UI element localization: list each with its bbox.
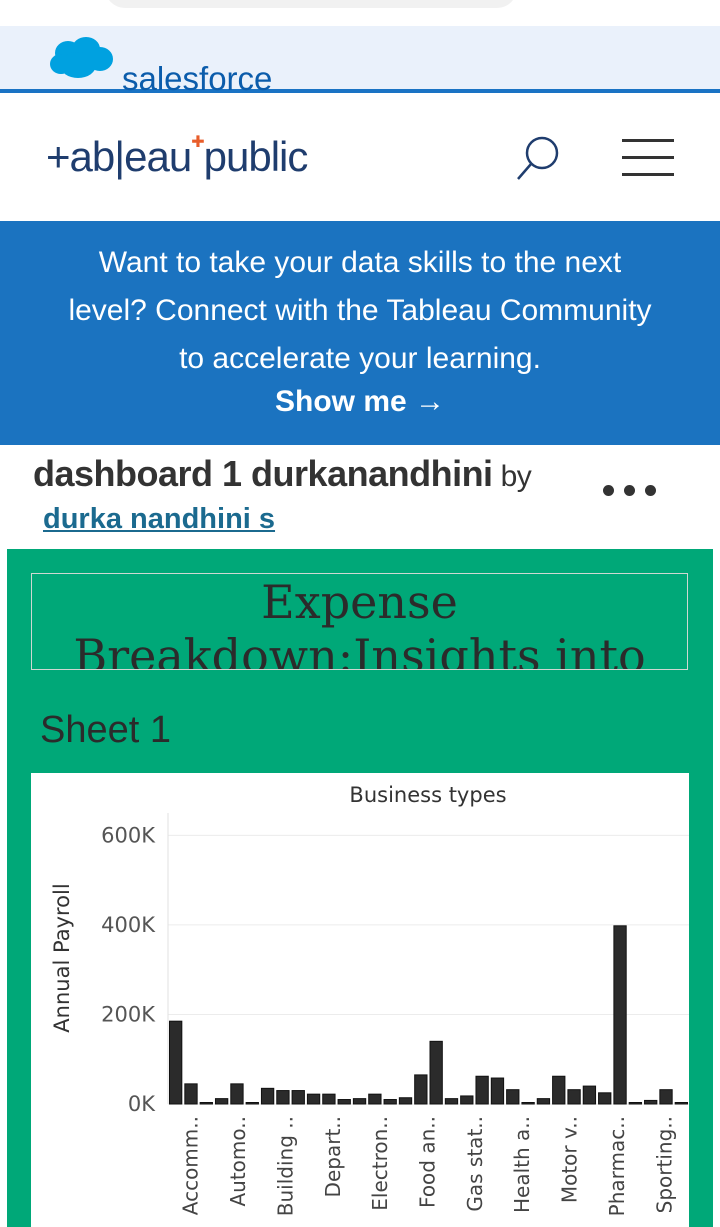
bar[interactable] [598,1092,612,1105]
bar-chart[interactable]: Business types Annual Payroll 0K 200K 400K 60… [31,773,689,1227]
bar[interactable] [628,1102,643,1105]
bar[interactable] [475,1075,489,1105]
x-tick-label: Building .. [273,1116,297,1216]
bar[interactable] [291,1090,305,1105]
tableau-public-logo[interactable]: +ab|eau✚public [46,133,309,181]
bar[interactable] [337,1099,351,1105]
bar[interactable] [260,1087,275,1105]
promo-banner: Want to take your data skills to the nex… [0,221,720,445]
show-me-link[interactable]: Show me → [0,385,720,419]
y-tick-label: 600K [101,823,156,847]
bar[interactable] [444,1098,459,1105]
x-tick-label: Gas stat.. [463,1116,487,1212]
x-tick-label: Motor v.. [558,1116,582,1203]
chart-container[interactable]: Business types Annual Payroll 0K 200K 400K 60… [31,773,689,1227]
bar[interactable] [199,1102,213,1105]
chart-title: Business types [349,783,506,807]
browser-top [0,0,720,26]
bar[interactable] [659,1089,673,1105]
bar[interactable] [536,1098,551,1105]
bar[interactable] [276,1090,290,1105]
author-link[interactable]: durka nandhini s [43,503,275,536]
logo-text-tableau: +ab|eau [46,133,192,180]
bar[interactable] [582,1085,597,1105]
x-tick-label: Pharmac.. [605,1116,629,1216]
bar[interactable] [506,1089,520,1105]
bar[interactable] [567,1089,581,1105]
viz-by-label: by [500,460,532,493]
y-tick-label: 200K [101,1002,156,1026]
dashboard-title-line1: Expense [261,575,458,629]
more-options-icon[interactable] [603,485,667,503]
bar[interactable] [368,1093,382,1105]
bar[interactable] [184,1083,198,1105]
bar[interactable] [169,1020,183,1105]
bar[interactable] [383,1099,397,1105]
x-tick-label: Electron.. [368,1116,392,1211]
salesforce-cloud-icon [50,37,113,78]
viz-title-text: dashboard 1 durkanandhini [33,453,493,494]
x-tick-label: Health a.. [510,1116,534,1213]
y-tick-label: 400K [101,913,156,937]
x-tick-label: Depart.. [321,1116,345,1197]
bar[interactable] [322,1093,336,1105]
hamburger-menu-icon[interactable] [622,139,674,177]
dashboard-title-box: Expense Breakdown:Insights into [31,573,688,670]
logo-text-public: public [203,133,309,180]
bar[interactable] [306,1093,321,1105]
bar[interactable] [674,1102,688,1105]
x-tick-label: Food an.. [416,1116,440,1208]
salesforce-bar: salesforce [0,26,720,97]
y-tick-label: 0K [128,1092,156,1116]
site-header: +ab|eau✚public [0,93,720,221]
banner-text: Want to take your data skills to the nex… [68,246,652,375]
bar[interactable] [245,1102,259,1105]
bar[interactable] [490,1077,505,1105]
bar[interactable] [414,1074,428,1105]
bar[interactable] [429,1040,443,1105]
x-tick-label: Sporting.. [652,1116,676,1213]
url-bar[interactable] [105,0,517,8]
bar[interactable] [214,1098,229,1105]
viz-title-row: dashboard 1 durkanandhini by durka nandhi… [0,445,720,549]
x-tick-label: Automo.. [226,1116,250,1207]
viz-title: dashboard 1 durkanandhini by [33,453,532,495]
x-tick-label: Accomm.. [179,1116,203,1215]
bar[interactable] [460,1095,474,1105]
bar[interactable] [644,1099,658,1105]
dashboard-title-line2: Breakdown:Insights into [73,629,646,670]
bar[interactable] [398,1097,413,1105]
sheet-title: Sheet 1 [40,709,171,751]
dashboard-canvas: Expense Breakdown:Insights into Sheet 1 … [7,549,713,1227]
bar[interactable] [521,1102,535,1105]
bar[interactable] [613,925,627,1105]
logo-plus-icon: ✚ [191,134,204,151]
bar[interactable] [552,1075,566,1105]
search-icon[interactable] [512,133,568,183]
y-axis-label: Annual Payroll [50,883,74,1032]
bar[interactable] [230,1083,244,1105]
bar[interactable] [352,1098,367,1105]
